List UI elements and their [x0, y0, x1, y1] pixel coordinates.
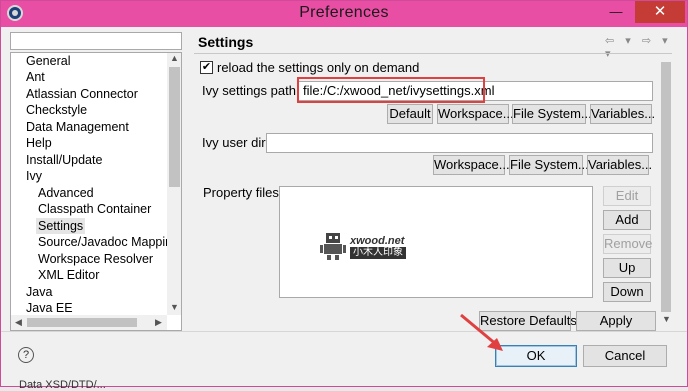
tree-item-data-management[interactable]: Data Management [26, 119, 129, 135]
tree-vertical-scrollbar[interactable]: ▲ ▼ [167, 53, 181, 315]
up-button[interactable]: Up [603, 258, 651, 278]
user-dir-file-system-button[interactable]: File System... [509, 155, 589, 175]
property-files-list[interactable]: xwood.net 小木人印象 [279, 186, 593, 298]
tree-item-atlassian-connector[interactable]: Atlassian Connector [26, 86, 138, 102]
scroll-down-icon[interactable]: ▼ [167, 302, 181, 312]
default-button[interactable]: Default [387, 104, 433, 124]
ivy-user-dir-label: Ivy user dir: [202, 135, 270, 150]
tree-item-install-update[interactable]: Install/Update [26, 152, 102, 168]
tree-item-xml-editor[interactable]: XML Editor [38, 267, 99, 283]
tree-item-settings[interactable]: Settings [36, 218, 86, 234]
tree-item-java[interactable]: Java [26, 284, 52, 300]
settings-variables-button[interactable]: Variables... [590, 104, 655, 124]
settings-workspace-button[interactable]: Workspace... [437, 104, 514, 124]
page-scroll-down-icon[interactable]: ▼ [659, 314, 674, 324]
close-button[interactable]: ✕ [635, 1, 685, 23]
minimize-button[interactable]: — [599, 1, 633, 23]
remove-button[interactable]: Remove [603, 234, 652, 254]
tree-item-ant[interactable]: Ant [26, 69, 45, 85]
add-button[interactable]: Add [603, 210, 651, 230]
settings-file-system-button[interactable]: File System... [512, 104, 592, 124]
ivy-settings-path-label: Ivy settings path: [202, 83, 300, 98]
down-button[interactable]: Down [603, 282, 651, 302]
scroll-up-icon[interactable]: ▲ [167, 53, 181, 63]
tree-item-java-ee[interactable]: Java EE [26, 300, 73, 316]
page-vertical-scrollbar[interactable] [659, 56, 673, 328]
filter-input[interactable] [10, 32, 182, 50]
user-dir-variables-button[interactable]: Variables... [587, 155, 652, 175]
robot-watermark-icon [320, 233, 346, 260]
title-bar[interactable]: Preferences — ✕ [1, 1, 687, 27]
title-separator [194, 53, 672, 54]
settings-path-highlight [297, 77, 485, 103]
watermark-title: xwood.net [350, 235, 405, 247]
tree-item-workspace-resolver[interactable]: Workspace Resolver [38, 251, 153, 267]
tree-horizontal-scrollbar[interactable]: ◀ ▶ [11, 315, 167, 330]
page-title: Settings [198, 34, 254, 50]
edit-button[interactable]: Edit [603, 186, 651, 206]
tree-item-classpath-container[interactable]: Classpath Container [38, 201, 151, 217]
tree-horizontal-scroll-thumb[interactable] [27, 318, 137, 327]
background-partial-text: Data XSD/DTD/... [19, 379, 106, 391]
cancel-button[interactable]: Cancel [583, 345, 667, 367]
tree-item-ivy[interactable]: Ivy [26, 168, 42, 184]
property-files-label: Property files: [203, 185, 283, 200]
user-dir-workspace-button[interactable]: Workspace... [433, 155, 510, 175]
tree-item-checkstyle[interactable]: Checkstyle [26, 102, 87, 118]
apply-button[interactable]: Apply [576, 311, 656, 331]
tree-vertical-scroll-thumb[interactable] [169, 67, 180, 187]
reload-on-demand-checkbox[interactable]: ✔ [200, 61, 213, 74]
footer-separator [1, 331, 687, 332]
scroll-left-icon[interactable]: ◀ [11, 317, 26, 328]
scroll-right-icon[interactable]: ▶ [151, 317, 166, 328]
preferences-window: Preferences — ✕ General Ant Atlassian Co… [0, 0, 688, 391]
help-icon[interactable]: ? [18, 347, 34, 363]
red-pointer-arrow-icon [460, 313, 503, 351]
watermark-subtitle: 小木人印象 [350, 247, 406, 259]
page-vertical-scroll-thumb[interactable] [661, 62, 671, 312]
reload-on-demand-label: reload the settings only on demand [217, 60, 420, 75]
ivy-user-dir-input[interactable] [266, 133, 653, 153]
tree-item-help[interactable]: Help [26, 135, 52, 151]
tree-item-source-javadoc-mapping[interactable]: Source/Javadoc Mapping [38, 234, 179, 250]
window-title: Preferences [299, 4, 389, 21]
tree-item-general[interactable]: General [26, 53, 70, 69]
tree-item-advanced[interactable]: Advanced [38, 185, 94, 201]
history-nav-arrows-icon[interactable]: ⇦ ▾ ⇨ ▾ ▾ [605, 34, 687, 60]
preference-tree[interactable]: General Ant Atlassian Connector Checksty… [10, 52, 182, 331]
